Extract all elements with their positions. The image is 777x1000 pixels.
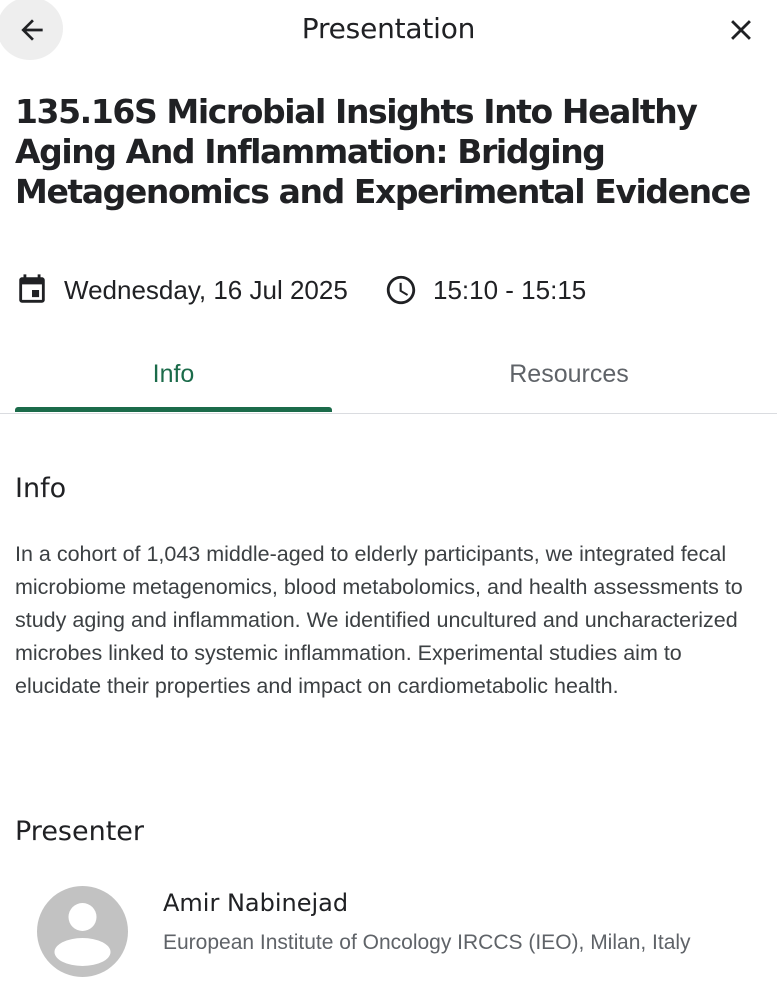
info-heading: Info xyxy=(15,473,67,504)
presenter-heading: Presenter xyxy=(15,816,145,847)
close-button[interactable] xyxy=(723,12,759,48)
top-app-bar: Presentation xyxy=(0,0,777,60)
active-tab-indicator xyxy=(15,407,332,412)
presentation-time: 15:10 - 15:15 xyxy=(433,274,587,305)
info-body: In a cohort of 1,043 middle-aged to elde… xyxy=(15,542,743,698)
person-avatar-icon xyxy=(37,886,128,977)
tab-info[interactable]: Info xyxy=(15,336,332,413)
clock-icon xyxy=(384,273,418,307)
presentation-title: 135.16S Microbial Insights Into Healthy … xyxy=(15,92,751,211)
presenter-affiliation: European Institute of Oncology IRCCS (IE… xyxy=(163,931,691,954)
calendar-icon xyxy=(15,273,49,307)
presenter-card[interactable]: Amir Nabinejad European Institute of Onc… xyxy=(37,886,767,978)
presentation-screen: Presentation 135.16S Microbial Insights … xyxy=(0,0,777,1000)
page-title: Presentation xyxy=(301,12,476,45)
date-item: Wednesday, 16 Jul 2025 xyxy=(15,270,348,310)
tab-resources[interactable]: Resources xyxy=(369,336,769,413)
schedule-row: Wednesday, 16 Jul 2025 15:10 - 15:15 xyxy=(15,270,765,310)
presenter-name: Amir Nabinejad xyxy=(163,889,349,917)
close-icon xyxy=(731,20,751,40)
presentation-date: Wednesday, 16 Jul 2025 xyxy=(64,274,348,305)
tab-bar: Info Resources xyxy=(0,336,777,414)
time-item: 15:10 - 15:15 xyxy=(384,270,586,310)
